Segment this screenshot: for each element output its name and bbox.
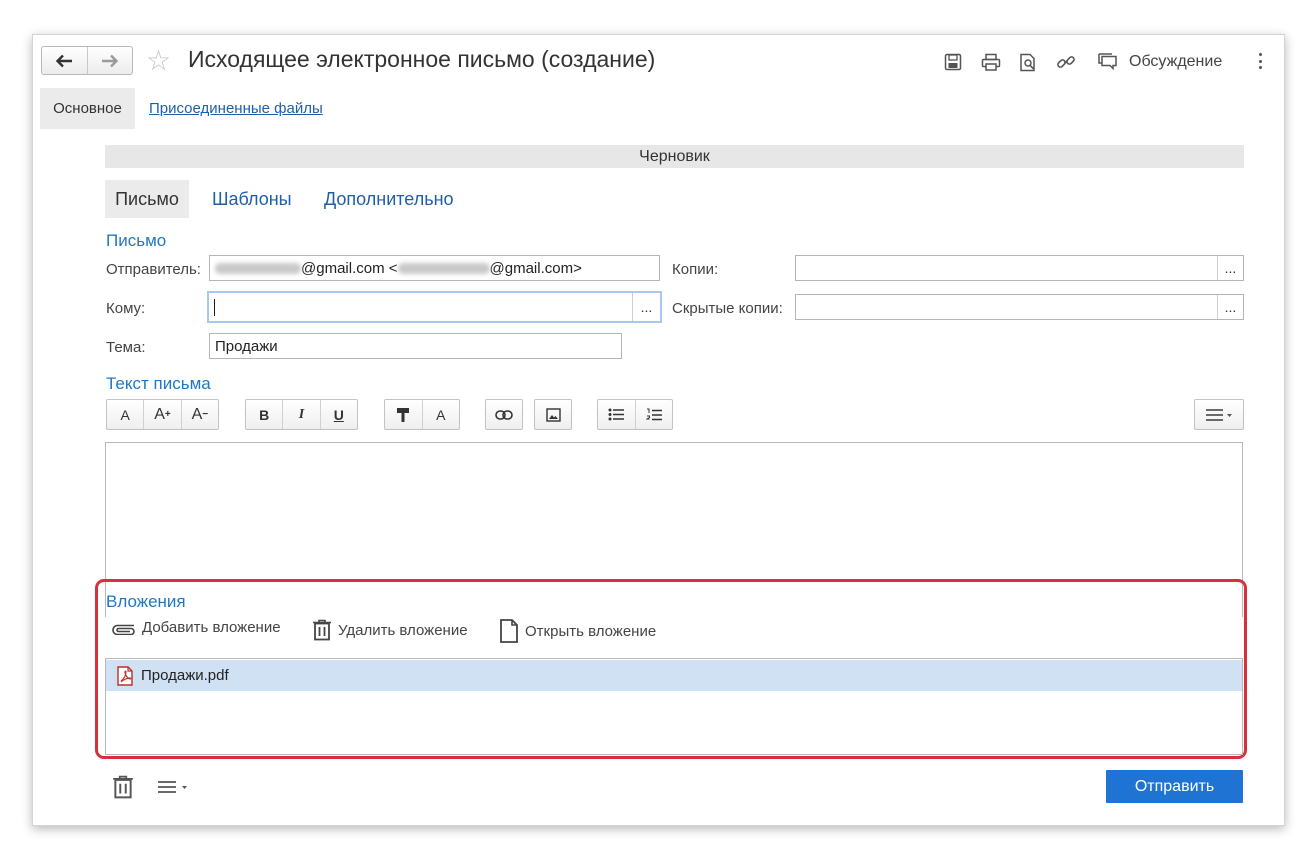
delete-draft-button[interactable] <box>112 775 134 804</box>
bullet-list-button[interactable] <box>598 400 635 429</box>
insert-image-button[interactable] <box>535 400 571 429</box>
more-actions-icon[interactable] <box>1256 50 1264 72</box>
font-smaller-label: A <box>191 405 203 423</box>
bcc-field[interactable]: ... <box>795 294 1244 320</box>
text-section-title: Текст письма <box>106 374 211 393</box>
font-bigger-label: A <box>154 405 165 423</box>
copies-field[interactable]: ... <box>795 255 1244 281</box>
bcc-label: Скрытые копии: <box>672 300 783 317</box>
image-icon <box>545 407 561 422</box>
arrow-right-icon <box>101 54 118 67</box>
chain-link-icon <box>495 409 513 420</box>
letter-section-title: Письмо <box>106 231 167 250</box>
sender-end: @gmail.com> <box>489 259 582 277</box>
font-size-group: A A + A − <box>106 399 219 430</box>
to-select-button[interactable]: ... <box>632 293 660 321</box>
tab-attached-files[interactable]: Присоединенные файлы <box>149 100 323 117</box>
bullet-list-icon <box>608 408 625 421</box>
list-item[interactable]: Продажи.pdf <box>106 660 1242 691</box>
sender-field[interactable]: @gmail.com < @gmail.com> <box>209 255 660 281</box>
numbered-list-button[interactable] <box>634 400 673 429</box>
link-icon[interactable] <box>1056 52 1076 72</box>
paperclip-icon <box>112 624 135 635</box>
to-label: Кому: <box>106 300 146 317</box>
document-icon <box>500 619 518 643</box>
italic-button[interactable]: I <box>282 400 319 429</box>
subject-field[interactable]: Продажи <box>209 333 622 359</box>
back-button[interactable] <box>42 47 87 74</box>
menu-dropdown-icon <box>158 781 187 793</box>
arrow-left-icon <box>56 54 73 67</box>
bold-button[interactable]: B <box>246 400 282 429</box>
text-cursor <box>214 298 215 316</box>
copies-label: Копии: <box>672 261 719 278</box>
subtab-additional[interactable]: Дополнительно <box>324 189 454 210</box>
save-icon[interactable] <box>943 52 963 72</box>
subject-label: Тема: <box>106 339 146 356</box>
paragraph-menu-button[interactable] <box>1195 400 1243 429</box>
delete-attachment-label: Удалить вложение <box>338 621 468 639</box>
status-banner: Черновик <box>105 145 1244 168</box>
image-group <box>534 399 572 430</box>
discussion-button[interactable]: Обсуждение <box>1129 53 1222 71</box>
sender-mid: @gmail.com < <box>301 259 398 277</box>
more-format-group <box>1194 399 1244 430</box>
more-menu-button[interactable] <box>157 780 189 799</box>
to-field[interactable]: ... <box>207 291 662 323</box>
align-menu-icon <box>1206 408 1232 421</box>
nav-group <box>41 46 133 75</box>
page-title: Исходящее электронное письмо (создание) <box>188 46 656 72</box>
open-attachment-label: Открыть вложение <box>525 622 657 640</box>
text-color-button[interactable]: A <box>421 400 460 429</box>
format-painter-button[interactable] <box>385 400 422 429</box>
font-smaller-button[interactable]: A − <box>180 400 218 429</box>
text-style-group: B I U <box>245 399 358 430</box>
insert-link-button[interactable] <box>486 400 522 429</box>
subtab-templates[interactable]: Шаблоны <box>212 189 292 210</box>
add-attachment-button[interactable]: Добавить вложение <box>110 619 281 636</box>
discussion-icon[interactable] <box>1097 52 1119 72</box>
font-bigger-button[interactable]: A + <box>143 400 180 429</box>
favorite-star-icon[interactable]: ☆ <box>146 47 171 75</box>
attachments-list: Продажи.pdf <box>105 658 1243 755</box>
numbered-list-icon <box>645 408 662 420</box>
attachments-section-title: Вложения <box>106 592 186 611</box>
plus-icon: + <box>164 409 171 420</box>
sender-label: Отправитель: <box>106 261 201 278</box>
preview-icon[interactable] <box>1018 52 1038 72</box>
color-group: A <box>384 399 460 430</box>
pdf-file-icon <box>117 665 133 686</box>
delete-attachment-button[interactable]: Удалить вложение <box>312 619 468 641</box>
redacted-text <box>215 262 301 274</box>
tab-main[interactable]: Основное <box>40 88 135 129</box>
copies-select-button[interactable]: ... <box>1217 256 1243 280</box>
subtab-letter[interactable]: Письмо <box>105 180 189 218</box>
add-attachment-label: Добавить вложение <box>142 619 281 636</box>
trash-icon <box>313 619 331 641</box>
open-attachment-button[interactable]: Открыть вложение <box>499 619 656 643</box>
attachment-file-name: Продажи.pdf <box>141 667 229 684</box>
paint-roller-icon <box>397 407 410 422</box>
bcc-select-button[interactable]: ... <box>1217 295 1243 319</box>
link-group <box>485 399 523 430</box>
font-button[interactable]: A <box>107 400 143 429</box>
print-icon[interactable] <box>981 52 1001 72</box>
trash-icon <box>113 775 133 799</box>
minus-icon: − <box>202 409 209 420</box>
send-button[interactable]: Отправить <box>1106 770 1243 803</box>
email-form-window: ☆ Исходящее электронное письмо (создание… <box>32 34 1285 826</box>
forward-button[interactable] <box>86 47 133 74</box>
list-group <box>597 399 673 430</box>
underline-button[interactable]: U <box>319 400 357 429</box>
redacted-text <box>397 262 490 274</box>
